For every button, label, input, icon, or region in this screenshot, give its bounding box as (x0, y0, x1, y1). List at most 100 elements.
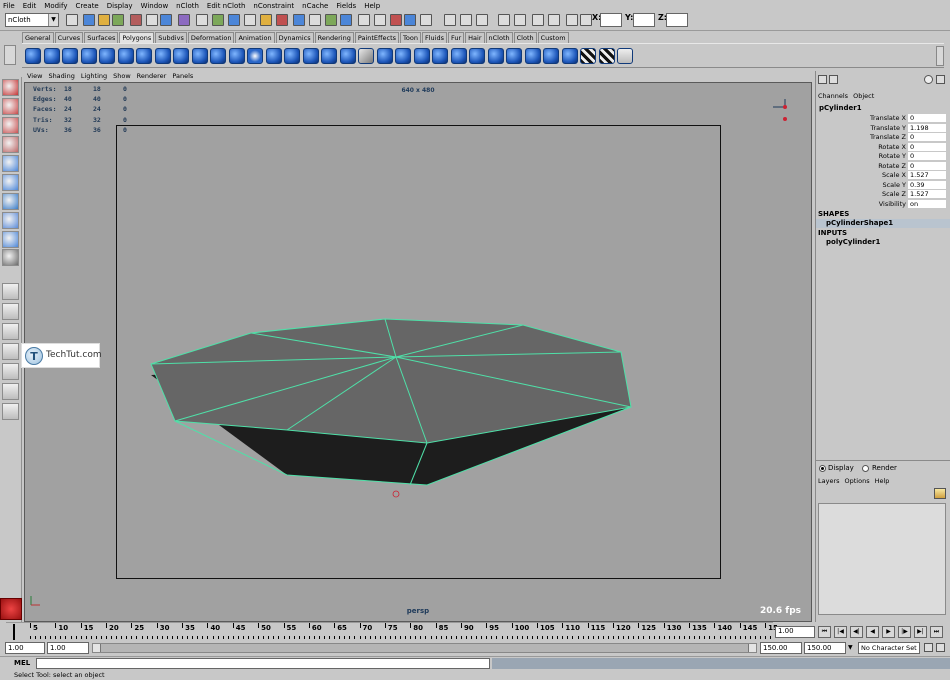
status-tool-icon[interactable] (566, 14, 578, 26)
polygon-tool-icon[interactable] (339, 48, 356, 64)
status-tool-icon[interactable] (212, 14, 224, 26)
channel-attribute-row[interactable]: Scale Y 0.39 (816, 180, 950, 190)
tab-painteffects[interactable]: PaintEffects (354, 32, 400, 43)
attribute-value[interactable]: 0 (908, 114, 946, 123)
polygon-tool-icon[interactable] (173, 48, 189, 64)
polygon-tool-icon[interactable] (524, 48, 541, 64)
tab-subdivs[interactable]: Subdivs (155, 32, 187, 43)
tab-custom[interactable]: Custom (537, 32, 569, 43)
channel-attribute-row[interactable]: Rotate X0 (816, 142, 950, 152)
tab-polygons[interactable]: Polygons (119, 32, 155, 43)
current-time-field[interactable]: 1.00 (775, 626, 815, 638)
shape-node-row[interactable]: pCylinderShape1 (816, 219, 950, 228)
layer-menu-layers[interactable]: Layers (818, 477, 840, 485)
tool-icon[interactable] (2, 174, 19, 191)
polygon-tool-icon[interactable] (117, 48, 134, 64)
tool-icon[interactable] (2, 79, 19, 96)
polygon-tool-icon[interactable] (506, 48, 522, 64)
menu-item-edit-ncloth[interactable]: Edit nCloth (207, 2, 246, 10)
status-tool-icon[interactable] (196, 14, 208, 26)
status-tool-icon[interactable] (374, 14, 386, 26)
channel-attribute-row[interactable]: Translate Z0 (816, 133, 950, 142)
attribute-value[interactable]: 1.198 (908, 123, 946, 133)
render-radio[interactable] (862, 465, 869, 472)
polygon-tool-icon[interactable] (302, 48, 319, 64)
menu-item-fields[interactable]: Fields (336, 2, 356, 10)
channel-attribute-row[interactable]: Rotate Z0 (816, 161, 950, 171)
shelf-scroll-icon[interactable] (936, 46, 944, 66)
status-tool-icon[interactable] (580, 14, 592, 26)
menu-item-file[interactable]: File (3, 2, 15, 10)
polygon-tool-icon[interactable] (43, 48, 60, 64)
menu-item-window[interactable]: Window (141, 2, 169, 10)
tab-rendering[interactable]: Rendering (314, 32, 354, 43)
menu-item-ncloth[interactable]: nCloth (176, 2, 199, 10)
tab-fur[interactable]: Fur (447, 32, 465, 43)
layer-menu-help[interactable]: Help (875, 477, 890, 485)
panel-menu-show[interactable]: Show (113, 72, 131, 80)
status-tool-icon[interactable] (390, 14, 402, 26)
layout-icon[interactable] (2, 323, 19, 340)
time-slider[interactable]: 5 10 15 20 25 30 35 40 45 50 55 60 65 70 75 80 85 90 95 100… (6, 622, 778, 640)
channel-attribute-row[interactable]: Translate Y 1.198 (816, 123, 950, 133)
panel-menu-renderer[interactable]: Renderer (137, 72, 167, 80)
attribute-value[interactable]: 1.527 (908, 171, 946, 180)
layout-icon[interactable] (2, 283, 19, 300)
status-tool-icon[interactable] (260, 14, 272, 26)
y-input[interactable] (633, 13, 655, 27)
status-tool-icon[interactable] (293, 14, 305, 26)
polygon-tool-icon[interactable] (191, 48, 208, 64)
status-tool-icon[interactable] (276, 14, 288, 26)
status-tool-icon[interactable] (98, 14, 110, 26)
input-node-name[interactable]: polyCylinder1 (826, 238, 880, 246)
mel-label[interactable]: MEL (14, 659, 30, 667)
tool-icon[interactable] (2, 249, 19, 266)
tab-deformation[interactable]: Deformation (187, 32, 235, 43)
status-tool-icon[interactable] (309, 14, 321, 26)
polygon-tool-icon[interactable] (469, 48, 485, 64)
attribute-value[interactable]: 0 (908, 133, 946, 142)
menu-item-edit[interactable]: Edit (23, 2, 37, 10)
shelf-menu-button[interactable] (0, 31, 22, 68)
polygon-tool-icon[interactable] (413, 48, 430, 64)
status-tool-icon[interactable] (83, 14, 95, 26)
channel-attribute-row[interactable]: Visibility on (816, 199, 950, 209)
tab-surfaces[interactable]: Surfaces (84, 32, 119, 43)
status-tool-icon[interactable] (420, 14, 432, 26)
playback-button-icon[interactable]: ◀| (850, 626, 863, 638)
tool-icon[interactable] (2, 136, 19, 153)
menu-item-display[interactable]: Display (107, 2, 133, 10)
status-tool-icon[interactable] (532, 14, 544, 26)
status-tool-icon[interactable] (460, 14, 472, 26)
status-tool-icon[interactable] (514, 14, 526, 26)
polygon-tool-icon[interactable] (358, 48, 374, 64)
channel-tab-channels[interactable]: Channels (818, 92, 848, 100)
layout-icon[interactable] (2, 303, 19, 320)
polygon-tool-icon[interactable] (247, 48, 263, 64)
z-input[interactable] (666, 13, 688, 27)
status-tool-icon[interactable] (146, 14, 158, 26)
channel-attribute-row[interactable]: Scale X 1.527 (816, 171, 950, 180)
mel-input[interactable] (36, 658, 490, 669)
range-end-field[interactable]: 150.00 (804, 642, 846, 654)
panel-menu-panels[interactable]: Panels (172, 72, 193, 80)
range-start-field[interactable]: 1.00 (5, 642, 45, 654)
channel-tab-object[interactable]: Object (853, 92, 874, 100)
polygon-tool-icon[interactable] (376, 48, 393, 64)
status-tool-icon[interactable] (160, 14, 172, 26)
panel-menu-shading[interactable]: Shading (48, 72, 74, 80)
tab-fluids[interactable]: Fluids (421, 32, 447, 43)
perspective-viewport[interactable]: Verts: 18 18 0 Edges: 40 40 0 Faces: 24 24 0 Tris: 32… (24, 82, 812, 622)
new-layer-icon[interactable] (934, 488, 946, 499)
playback-button-icon[interactable]: ◀ (866, 626, 879, 638)
x-input[interactable] (600, 13, 622, 27)
playback-button-icon[interactable]: ⏮ (818, 626, 831, 638)
channel-attribute-row[interactable]: Translate X0 (816, 114, 950, 123)
tool-icon[interactable] (2, 193, 19, 210)
range-inner-start-field[interactable]: 1.00 (47, 642, 89, 654)
polygon-tool-icon[interactable] (25, 48, 41, 64)
status-tool-icon[interactable] (325, 14, 337, 26)
polygon-tool-icon[interactable] (321, 48, 337, 64)
tool-icon[interactable] (2, 117, 19, 134)
preferences-icon[interactable] (936, 643, 945, 652)
